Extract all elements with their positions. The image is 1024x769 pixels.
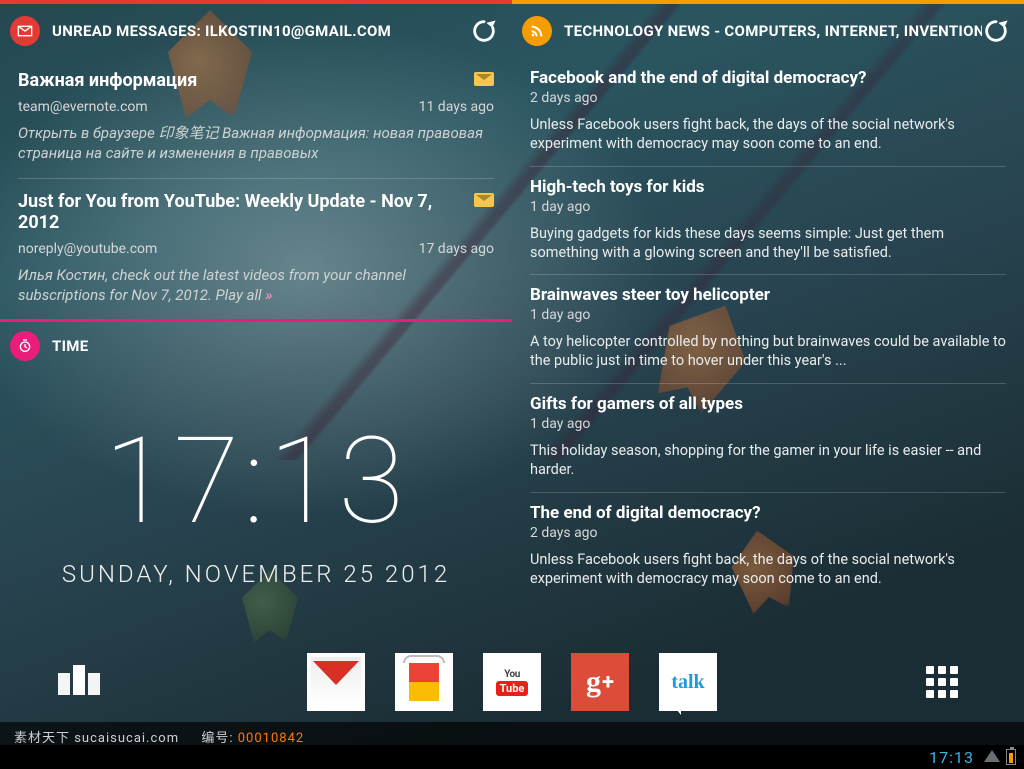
- news-item[interactable]: The end of digital democracy? 2 days ago…: [530, 492, 1006, 601]
- news-list: Facebook and the end of digital democrac…: [512, 58, 1024, 600]
- refresh-icon[interactable]: [470, 17, 498, 45]
- news-age: 2 days ago: [530, 90, 1006, 106]
- news-item[interactable]: High-tech toys for kids 1 day ago Buying…: [530, 166, 1006, 275]
- message-preview: Открыть в браузере 印象笔记 Важная информаци…: [18, 123, 494, 164]
- news-title: Gifts for gamers of all types: [530, 394, 1006, 414]
- messages-list: Важная информация team@evernote.com 11 d…: [0, 58, 512, 319]
- refresh-icon[interactable]: [982, 17, 1010, 45]
- unread-icon: [474, 193, 494, 207]
- app-youtube[interactable]: YouTube: [482, 652, 542, 712]
- dock: YouTube g+ talk: [0, 632, 1024, 732]
- news-item[interactable]: Facebook and the end of digital democrac…: [530, 58, 1006, 166]
- news-summary: This holiday season, shopping for the ga…: [530, 442, 1006, 480]
- news-age: 1 day ago: [530, 416, 1006, 432]
- app-google-plus[interactable]: g+: [570, 652, 630, 712]
- message-title: Just for You from YouTube: Weekly Update…: [18, 191, 494, 233]
- news-header[interactable]: TECHNOLOGY NEWS - COMPUTERS, INTERNET, I…: [512, 4, 1024, 58]
- app-gmail[interactable]: [306, 652, 366, 712]
- news-age: 1 day ago: [530, 307, 1006, 323]
- news-header-title: TECHNOLOGY NEWS - COMPUTERS, INTERNET, I…: [564, 22, 982, 40]
- rss-icon: [522, 16, 552, 46]
- news-summary: Unless Facebook users fight back, the da…: [530, 116, 1006, 154]
- news-age: 1 day ago: [530, 199, 1006, 215]
- messages-header-title: UNREAD MESSAGES: ILKOSTIN10@GMAIL.COM: [52, 22, 470, 40]
- news-age: 2 days ago: [530, 525, 1006, 541]
- news-summary: Unless Facebook users fight back, the da…: [530, 551, 1006, 589]
- clock-time: 17:13: [104, 422, 408, 542]
- clock-date: SUNDAY, NOVEMBER 25 2012: [62, 560, 450, 588]
- app-talk[interactable]: talk: [658, 652, 718, 712]
- unread-icon: [474, 72, 494, 86]
- news-summary: Buying gadgets for kids these days seems…: [530, 225, 1006, 263]
- time-widget[interactable]: 17:13 SUNDAY, NOVEMBER 25 2012: [0, 370, 512, 630]
- status-icons: [984, 749, 1016, 765]
- message-item[interactable]: Важная информация team@evernote.com 11 d…: [18, 58, 494, 178]
- message-item[interactable]: Just for You from YouTube: Weekly Update…: [18, 178, 494, 320]
- message-age: 17 days ago: [419, 241, 494, 257]
- news-item[interactable]: Brainwaves steer toy helicopter 1 day ag…: [530, 274, 1006, 383]
- news-title: Brainwaves steer toy helicopter: [530, 285, 1006, 305]
- app-drawer-button[interactable]: [920, 660, 964, 704]
- right-column: TECHNOLOGY NEWS - COMPUTERS, INTERNET, I…: [512, 0, 1024, 630]
- message-from: noreply@youtube.com: [18, 241, 157, 257]
- news-summary: A toy helicopter controlled by nothing b…: [530, 333, 1006, 371]
- news-title: High-tech toys for kids: [530, 177, 1006, 197]
- app-play-store[interactable]: [394, 652, 454, 712]
- status-bar[interactable]: 17:13: [0, 745, 1024, 769]
- message-title: Важная информация: [18, 70, 494, 91]
- message-from: team@evernote.com: [18, 99, 148, 115]
- time-header[interactable]: TIME: [0, 322, 512, 370]
- wifi-icon: [984, 750, 1000, 762]
- battery-icon: [1006, 749, 1016, 765]
- news-title: Facebook and the end of digital democrac…: [530, 68, 1006, 88]
- news-title: The end of digital democracy?: [530, 503, 1006, 523]
- left-column: UNREAD MESSAGES: ILKOSTIN10@GMAIL.COM Ва…: [0, 0, 512, 630]
- time-header-title: TIME: [52, 337, 498, 355]
- watermark-site: 素材天下 sucaisucai.com: [14, 727, 179, 746]
- message-age: 11 days ago: [419, 99, 494, 115]
- news-item[interactable]: Gifts for gamers of all types 1 day ago …: [530, 383, 1006, 492]
- status-time: 17:13: [929, 748, 974, 767]
- message-preview: Илья Костин, check out the latest videos…: [18, 265, 494, 306]
- clock-icon: [10, 331, 40, 361]
- messages-header[interactable]: UNREAD MESSAGES: ILKOSTIN10@GMAIL.COM: [0, 4, 512, 58]
- mail-icon: [10, 16, 40, 46]
